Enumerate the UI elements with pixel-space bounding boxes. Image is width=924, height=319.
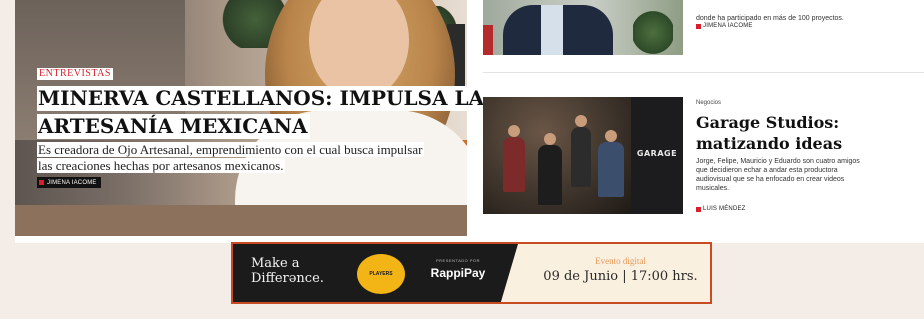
ad-sponsor-logo: RappiPay bbox=[430, 266, 486, 280]
garage-article-section[interactable]: Negocios bbox=[696, 100, 721, 106]
author-marker-icon bbox=[696, 23, 701, 29]
thumb-person-shirt bbox=[541, 5, 563, 55]
author-marker-icon bbox=[39, 180, 44, 185]
top-article-author-name: JIMENA IACOME bbox=[703, 23, 753, 29]
ad-tagline-line: Differənce. bbox=[251, 271, 324, 286]
thumb-person bbox=[598, 142, 624, 197]
thumb-person bbox=[538, 145, 562, 205]
feature-author-byline[interactable]: JIMENA IACOME bbox=[37, 177, 101, 188]
garage-article-author-name: LUIS MÉNDEZ bbox=[703, 206, 746, 212]
thumb-person-head bbox=[544, 133, 556, 145]
ad-presented-by: PRESENTADO POR bbox=[435, 258, 481, 263]
thumb-person bbox=[503, 137, 525, 192]
feature-author-name: JIMENA IACOME bbox=[47, 179, 97, 186]
author-marker-icon bbox=[696, 206, 701, 212]
ad-drink-label: PLAYERS bbox=[369, 271, 393, 277]
banner-ad[interactable]: Make a Differənce. PLAYERS PRESENTADO PO… bbox=[231, 242, 712, 304]
feature-photo-table bbox=[15, 205, 467, 236]
garage-article-author-byline[interactable]: LUIS MÉNDEZ bbox=[696, 206, 746, 212]
feature-summary: Es creadora de Ojo Artesanal, emprendimi… bbox=[37, 142, 425, 157]
feature-headline[interactable]: MINERVA CASTELLANOS: IMPULSA LA bbox=[37, 86, 488, 111]
thumb-person-head bbox=[605, 130, 617, 142]
ad-tagline-line: Make a bbox=[251, 256, 300, 271]
ad-drink-icon: PLAYERS bbox=[357, 254, 405, 294]
article-divider bbox=[483, 72, 924, 73]
summary-line: Jorge, Felipe, Mauricio y Eduardo son cu… bbox=[696, 158, 860, 165]
garage-article-thumbnail[interactable]: GARAGE bbox=[483, 97, 683, 214]
top-article-thumbnail[interactable] bbox=[483, 0, 683, 55]
ad-event-type: Evento digital bbox=[595, 256, 646, 266]
feature-category-tag[interactable]: ENTREVISTAS bbox=[37, 68, 113, 80]
garage-logo: GARAGE bbox=[636, 149, 678, 158]
thumb-plant bbox=[633, 10, 673, 55]
feature-summary: las creaciones hechas por artesanos mexi… bbox=[37, 158, 286, 173]
thumb-person bbox=[571, 127, 591, 187]
top-article-summary: donde ha participado en más de 100 proye… bbox=[696, 15, 844, 22]
thumb-person-head bbox=[575, 115, 587, 127]
ad-event-date: 09 de Junio | 17:00 hrs. bbox=[543, 269, 698, 284]
summary-line: musicales. bbox=[696, 185, 730, 192]
summary-line: que decidieron echar a andar esta produc… bbox=[696, 167, 838, 174]
feature-headline[interactable]: ARTESANÍA MEXICANA bbox=[37, 114, 311, 139]
thumb-person-head bbox=[508, 125, 520, 137]
top-article-author-byline[interactable]: JIMENA IACOME bbox=[696, 23, 753, 29]
summary-line: audiovisual que se ha enfocado en crear … bbox=[696, 176, 845, 183]
thumb-detail bbox=[483, 25, 493, 55]
garage-article-title[interactable]: Garage Studios: matizando ideas bbox=[696, 112, 918, 154]
ad-tagline: Make a Differənce. bbox=[251, 256, 324, 286]
garage-article-summary: Jorge, Felipe, Mauricio y Eduardo son cu… bbox=[696, 157, 860, 193]
